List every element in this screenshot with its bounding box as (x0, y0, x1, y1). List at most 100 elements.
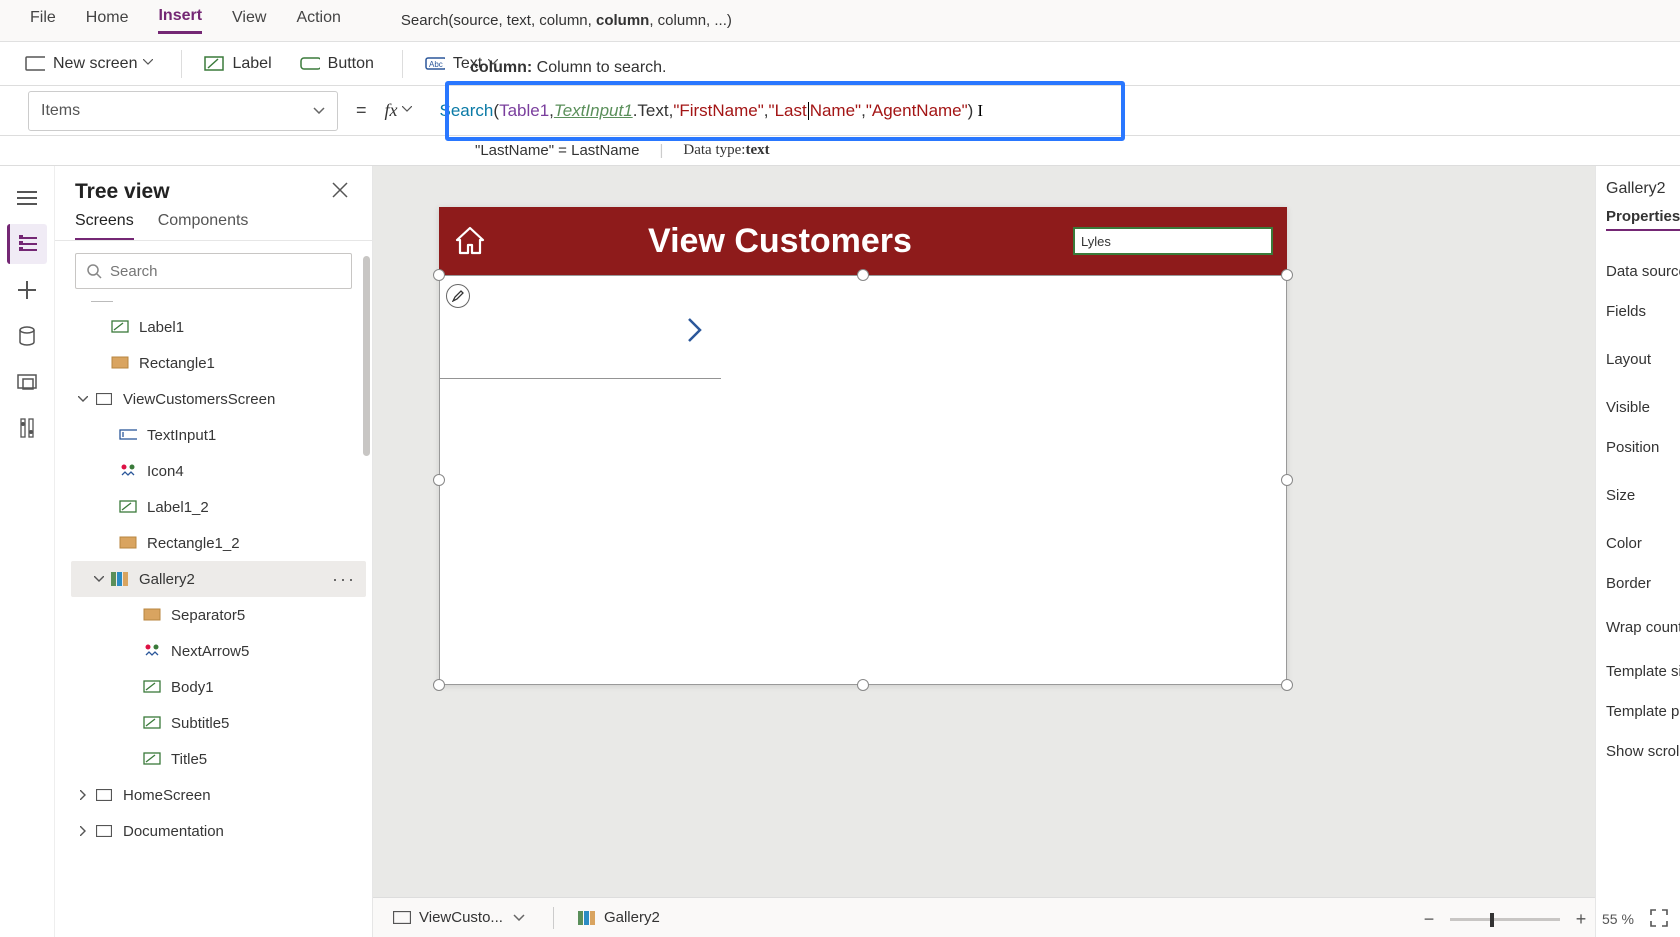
tree-item-label: Body1 (171, 679, 214, 696)
add-button[interactable] (7, 270, 47, 310)
label-icon (119, 498, 137, 516)
label-btn-text: Label (232, 55, 271, 73)
breadcrumb-control-label: Gallery2 (604, 909, 660, 926)
menu-home[interactable]: Home (86, 9, 129, 33)
tree-item-viewcustomersscreen[interactable]: ViewCustomersScreen (71, 381, 366, 417)
prop-row[interactable]: Fields (1606, 291, 1670, 331)
gallery-icon (111, 570, 129, 588)
prop-row[interactable]: Visible (1606, 387, 1670, 427)
media-button[interactable] (7, 362, 47, 402)
tab-properties[interactable]: Properties (1606, 208, 1680, 231)
tab-components[interactable]: Components (158, 212, 249, 240)
prop-row[interactable]: Data source (1606, 251, 1670, 291)
resize-handle[interactable] (1281, 474, 1293, 486)
tree-view-button[interactable] (7, 224, 47, 264)
label-button[interactable]: Label (204, 54, 271, 74)
menu-action[interactable]: Action (296, 9, 340, 33)
prop-row[interactable]: Border (1606, 563, 1670, 603)
prop-row[interactable]: Position (1606, 427, 1670, 467)
screen-title: View Customers (487, 222, 1073, 261)
resize-handle[interactable] (433, 474, 445, 486)
button-button[interactable]: Button (300, 54, 374, 74)
tok-datasource: Table1 (499, 101, 549, 121)
screen-icon (25, 54, 45, 74)
tree-item-rectangle1[interactable]: Rectangle1 (71, 345, 366, 381)
tree-item-documentation[interactable]: Documentation (71, 813, 366, 849)
home-icon[interactable] (453, 224, 487, 258)
chevron-down-icon (513, 914, 525, 921)
zoom-in-button[interactable]: + (1572, 910, 1590, 928)
breadcrumb-control[interactable]: Gallery2 (578, 909, 660, 926)
selection-outline (439, 275, 1287, 685)
resize-handle[interactable] (857, 269, 869, 281)
fit-to-screen-button[interactable] (1650, 909, 1670, 929)
more-icon[interactable]: ··· (332, 569, 356, 590)
chevron-right-icon (77, 825, 89, 837)
tree-search-box[interactable] (75, 253, 352, 289)
rectangle-icon (111, 354, 129, 372)
tree-search-input[interactable] (110, 263, 341, 280)
tree-item-gallery2[interactable]: Gallery2 ··· (71, 561, 366, 597)
menu-view[interactable]: View (232, 9, 266, 33)
tree-item-homescreen[interactable]: HomeScreen (71, 777, 366, 813)
prop-row[interactable]: Layout (1606, 331, 1670, 387)
advanced-button[interactable] (7, 408, 47, 448)
prop-row[interactable]: Template size (1606, 651, 1670, 691)
edit-template-button[interactable] (446, 284, 470, 308)
close-icon[interactable] (332, 182, 352, 202)
menu-file[interactable]: File (30, 9, 56, 33)
tree-item-label12[interactable]: Label1_2 (71, 489, 366, 525)
formula-info-row: "LastName" = LastName | Data type: text (0, 136, 1680, 166)
tree-item-textinput1[interactable]: TextInput1 (71, 417, 366, 453)
zoom-out-button[interactable]: − (1420, 910, 1438, 928)
label-icon (143, 678, 161, 696)
tree-item-title5[interactable]: Title5 (71, 741, 366, 777)
hamburger-button[interactable] (7, 178, 47, 218)
tree-item-icon4[interactable]: Icon4 (71, 453, 366, 489)
cursor-beam-icon: I (977, 101, 983, 121)
breadcrumb-screen[interactable]: ViewCusto... (393, 909, 525, 926)
resize-handle[interactable] (857, 679, 869, 691)
info-datatype-value: text (745, 142, 769, 159)
scrollbar[interactable] (363, 256, 370, 456)
resize-handle[interactable] (1281, 679, 1293, 691)
param-hint-bold: column: (470, 59, 532, 76)
search-input[interactable] (1073, 227, 1273, 255)
main-area: Tree view Screens Components Label1 Rect… (0, 166, 1680, 937)
prop-row[interactable]: Template pa (1606, 691, 1670, 731)
resize-handle[interactable] (1281, 269, 1293, 281)
tok-string: Name" (810, 101, 861, 121)
tree-item-separator5[interactable]: Separator5 (71, 597, 366, 633)
prop-row[interactable]: Wrap count (1606, 603, 1670, 651)
tree-item-subtitle5[interactable]: Subtitle5 (71, 705, 366, 741)
menu-bar: File Home Insert View Action Search(sour… (0, 0, 1680, 42)
breadcrumb-screen-label: ViewCusto... (419, 909, 503, 926)
screen-header: View Customers (439, 207, 1287, 275)
zoom-value: 55 (1602, 911, 1618, 927)
prop-row[interactable]: Color (1606, 523, 1670, 563)
tree-item-label: Gallery2 (139, 571, 195, 588)
tab-screens[interactable]: Screens (75, 212, 134, 240)
zoom-thumb[interactable] (1490, 913, 1494, 927)
tree-item-body1[interactable]: Body1 (71, 669, 366, 705)
tree-item-nextarrow5[interactable]: NextArrow5 (71, 633, 366, 669)
zoom-slider[interactable] (1450, 918, 1560, 921)
new-screen-button[interactable]: New screen (25, 54, 153, 74)
label-icon (111, 318, 129, 336)
data-button[interactable] (7, 316, 47, 356)
property-dropdown[interactable]: Items (28, 91, 338, 131)
canvas-breadcrumb-bar: ViewCusto... Gallery2 (373, 897, 1595, 937)
tree-item-rectangle12[interactable]: Rectangle1_2 (71, 525, 366, 561)
button-btn-text: Button (328, 55, 374, 73)
divider (553, 907, 554, 929)
prop-row[interactable]: Size (1606, 467, 1670, 523)
resize-handle[interactable] (433, 269, 445, 281)
tree-item-label1[interactable]: Label1 (71, 309, 366, 345)
menu-insert[interactable]: Insert (158, 7, 202, 34)
canvas[interactable]: View Customers ViewCusto... (373, 166, 1595, 937)
chevron-down-icon[interactable] (402, 106, 412, 116)
prop-row[interactable]: Show scroll (1606, 731, 1670, 771)
resize-handle[interactable] (433, 679, 445, 691)
screen-icon (95, 786, 113, 804)
formula-bar[interactable]: Search(Table1, TextInput1.Text, "FirstNa… (422, 86, 1680, 136)
